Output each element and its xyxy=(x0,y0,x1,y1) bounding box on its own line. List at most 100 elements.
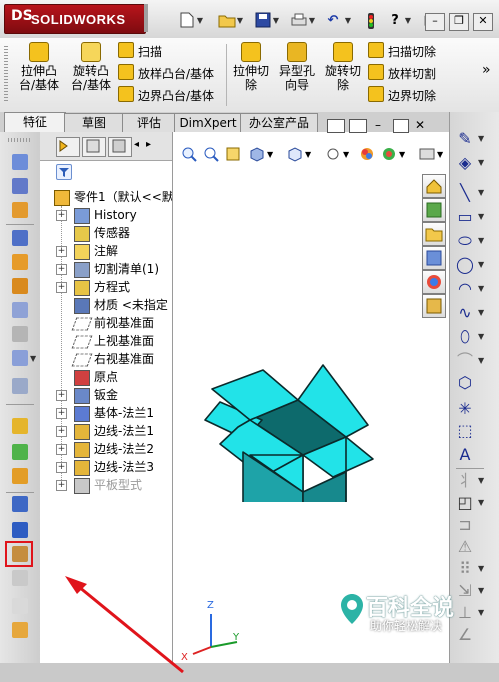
convert-entities-icon[interactable]: ◰ xyxy=(456,494,474,512)
expand-toggle-icon[interactable]: + xyxy=(56,462,67,473)
expand-toggle-icon[interactable]: + xyxy=(56,408,67,419)
solidworks-resources-icon[interactable] xyxy=(422,174,446,198)
chevron-down-icon[interactable]: ▼ xyxy=(272,12,280,30)
jog-icon[interactable] xyxy=(12,302,28,318)
mirror-entities-icon[interactable]: ⚠ xyxy=(456,538,474,556)
graphics-area[interactable]: – ✕ ▼ ▼ ▼ ▼ ▼ Z X Y xyxy=(65,119,449,674)
trim-entities-icon[interactable]: ⺦ xyxy=(456,472,474,490)
chevron-down-icon[interactable]: ▼ xyxy=(478,608,484,617)
flatten-icon[interactable] xyxy=(12,468,28,484)
tree-item[interactable]: + 边线-法兰1 xyxy=(40,422,172,440)
tree-item[interactable]: 前视基准面 xyxy=(40,314,172,332)
expand-toggle-icon[interactable]: + xyxy=(56,210,67,221)
chevron-down-icon[interactable]: ▼ xyxy=(236,12,244,30)
chevron-down-icon[interactable]: ▼ xyxy=(305,150,311,159)
view-settings-icon[interactable] xyxy=(419,146,435,162)
chevron-down-icon[interactable]: ▼ xyxy=(196,12,204,30)
tree-item[interactable]: + 平板型式 xyxy=(40,476,172,494)
file-explorer-icon[interactable] xyxy=(422,222,446,246)
chevron-down-icon[interactable]: ▼ xyxy=(478,308,484,317)
appearance-icon[interactable] xyxy=(359,146,375,162)
expand-toggle-icon[interactable]: + xyxy=(56,246,67,257)
undo-icon[interactable]: ↶ xyxy=(322,12,344,30)
boundary-boss-button[interactable]: 边界凸台/基体 xyxy=(118,86,214,106)
offset-entities-icon[interactable]: ⊐ xyxy=(456,516,474,534)
minimize-doc-icon[interactable]: – xyxy=(375,119,387,131)
chevron-down-icon[interactable]: ▼ xyxy=(478,498,484,507)
solidworks-logo[interactable]: DS SOLIDWORKS xyxy=(4,4,146,34)
chevron-down-icon[interactable]: ▼ xyxy=(478,260,484,269)
tab-features[interactable]: 特征 xyxy=(4,112,66,133)
sweep-button[interactable]: 扫描 xyxy=(118,42,162,62)
chevron-down-icon[interactable]: ▼ xyxy=(478,158,484,167)
chevron-down-icon[interactable]: ▼ xyxy=(478,356,484,365)
arc-icon[interactable]: ◠ xyxy=(456,280,474,298)
vent-icon[interactable] xyxy=(12,622,28,638)
chevron-down-icon[interactable]: ▼ xyxy=(343,150,349,159)
expand-toggle-icon[interactable]: + xyxy=(56,282,67,293)
design-library-icon[interactable] xyxy=(422,198,446,222)
rebuild-icon[interactable] xyxy=(360,12,382,30)
tab-dimxpert[interactable]: DimXpert xyxy=(174,113,242,132)
expand-toggle-icon[interactable]: + xyxy=(56,444,67,455)
custom-properties-icon[interactable] xyxy=(422,294,446,318)
expand-toggle-icon[interactable]: + xyxy=(56,390,67,401)
tree-root[interactable]: 零件1（默认<<默 xyxy=(40,188,172,206)
tree-item[interactable]: + 切割清单(1) xyxy=(40,260,172,278)
revolve-boss-button[interactable]: 旋转凸 台/基体 xyxy=(66,42,116,92)
miter-flange-icon[interactable] xyxy=(12,254,28,270)
spline-icon[interactable]: ∿ xyxy=(456,304,474,322)
fold-icon[interactable] xyxy=(12,444,28,460)
boundary-cut-button[interactable]: 边界切除 xyxy=(368,86,436,106)
extrude-boss-button[interactable]: 拉伸凸 台/基体 xyxy=(14,42,64,92)
lofted-bend-icon[interactable] xyxy=(12,202,28,218)
tree-item[interactable]: + History xyxy=(40,206,172,224)
save-icon[interactable] xyxy=(252,12,274,30)
chevron-down-icon[interactable]: ▼ xyxy=(478,476,484,485)
restore-button[interactable]: ❐ xyxy=(449,13,469,31)
chevron-down-icon[interactable]: ▼ xyxy=(404,12,412,30)
edge-flange-icon[interactable] xyxy=(12,230,28,246)
section-view-icon[interactable] xyxy=(249,146,265,162)
swept-cut-button[interactable]: 扫描切除 xyxy=(368,42,436,62)
loft-boss-button[interactable]: 放样凸台/基体 xyxy=(118,64,214,84)
smart-dimension-icon[interactable]: ◈ xyxy=(456,154,474,172)
tree-item[interactable]: + 方程式 xyxy=(40,278,172,296)
rip-icon[interactable] xyxy=(12,522,28,538)
expand-toggle-icon[interactable]: + xyxy=(56,480,67,491)
split-view-icon[interactable] xyxy=(327,119,345,133)
ellipse-icon[interactable]: ⬯ xyxy=(456,328,474,346)
close-doc-icon[interactable]: ✕ xyxy=(415,119,427,131)
zoom-to-fit-icon[interactable] xyxy=(181,146,197,162)
corner-icon[interactable] xyxy=(12,378,28,394)
chevron-down-icon[interactable]: ▼ xyxy=(478,564,484,573)
sketched-bend-icon[interactable] xyxy=(12,326,28,342)
tree-filter[interactable] xyxy=(40,161,172,183)
chevron-down-icon[interactable]: ▼ xyxy=(437,150,443,159)
chevron-down-icon[interactable]: ▼ xyxy=(308,12,316,30)
tab-evaluate[interactable]: 评估 xyxy=(122,113,176,132)
open-file-icon[interactable] xyxy=(216,12,238,30)
scene-icon[interactable] xyxy=(381,146,397,162)
chevron-down-icon[interactable]: ▼ xyxy=(478,284,484,293)
chevron-down-icon[interactable]: ▼ xyxy=(267,150,273,159)
tree-item[interactable]: + 边线-法兰3 xyxy=(40,458,172,476)
line-icon[interactable]: ╲ xyxy=(456,184,474,202)
circle-icon[interactable]: ◯ xyxy=(456,256,474,274)
chevron-down-icon[interactable]: ▼ xyxy=(478,188,484,197)
filter-icon[interactable] xyxy=(56,164,72,180)
polygon-icon[interactable]: ⬡ xyxy=(456,374,474,392)
tree-item[interactable]: + 边线-法兰2 xyxy=(40,440,172,458)
chevron-down-icon[interactable]: ▼ xyxy=(478,586,484,595)
chevron-down-icon[interactable]: ▼ xyxy=(344,12,352,30)
point-icon[interactable]: ✳ xyxy=(456,400,474,418)
chevron-down-icon[interactable]: ▼ xyxy=(30,354,36,363)
new-document-icon[interactable] xyxy=(176,12,198,30)
linear-pattern-icon[interactable]: ⠿ xyxy=(456,560,474,578)
chevron-down-icon[interactable]: ▼ xyxy=(399,150,405,159)
view-palette-icon[interactable] xyxy=(422,246,446,270)
tree-item[interactable]: + 注解 xyxy=(40,242,172,260)
cross-break-icon[interactable] xyxy=(12,350,28,366)
hole-wizard-button[interactable]: 异型孔 向导 xyxy=(275,42,319,92)
property-manager-tab[interactable] xyxy=(82,137,106,157)
